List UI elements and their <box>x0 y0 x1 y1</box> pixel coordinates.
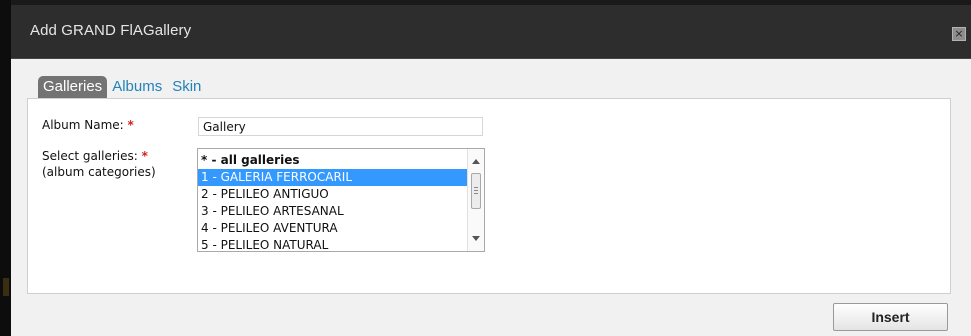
tab-galleries[interactable]: Galleries <box>38 76 108 98</box>
galleries-listbox[interactable]: * - all galleries 1 - GALERIA FERROCARIL… <box>197 148 485 252</box>
dialog: Add GRAND FlAGallery × Galleries Albums … <box>11 5 971 336</box>
tab-bar: Galleries Albums Skin <box>38 76 206 98</box>
tab-skin[interactable]: Skin <box>167 76 206 98</box>
required-marker: * <box>141 149 148 163</box>
scroll-down-arrow-icon[interactable] <box>472 236 480 241</box>
background-mark <box>3 278 9 296</box>
required-marker: * <box>127 118 134 132</box>
listbox-scrollbar[interactable] <box>467 149 484 251</box>
dialog-titlebar[interactable]: Add GRAND FlAGallery × <box>11 5 971 59</box>
tab-albums[interactable]: Albums <box>107 76 167 98</box>
grip-line <box>474 193 478 194</box>
gallery-option-selected[interactable]: 1 - GALERIA FERROCARIL <box>198 169 467 186</box>
gallery-option[interactable]: 2 - PELILEO ANTIGUO <box>198 186 467 203</box>
galleries-options: * - all galleries 1 - GALERIA FERROCARIL… <box>198 152 467 251</box>
select-galleries-label: Select galleries: * <box>42 149 148 164</box>
select-galleries-sublabel: (album categories) <box>42 165 156 179</box>
grip-line <box>474 190 478 191</box>
gallery-option[interactable]: * - all galleries <box>198 152 467 169</box>
gallery-option[interactable]: 5 - PELILEO NATURAL <box>198 237 467 251</box>
select-galleries-label-text: Select galleries: <box>42 149 138 163</box>
grip-line <box>474 187 478 188</box>
dialog-title: Add GRAND FlAGallery <box>30 22 192 39</box>
scroll-up-arrow-icon[interactable] <box>472 159 480 164</box>
gallery-option[interactable]: 4 - PELILEO AVENTURA <box>198 220 467 237</box>
close-icon[interactable]: × <box>952 27 966 41</box>
scrollbar-thumb[interactable] <box>471 173 481 209</box>
insert-button[interactable]: Insert <box>833 303 948 331</box>
gallery-option[interactable]: 3 - PELILEO ARTESANAL <box>198 203 467 220</box>
album-name-label-text: Album Name: <box>42 118 124 132</box>
galleries-panel: Album Name: * Select galleries: * (album… <box>27 98 951 294</box>
album-name-label: Album Name: * <box>42 118 134 133</box>
album-name-input[interactable] <box>198 117 483 136</box>
background-strip <box>0 0 11 336</box>
